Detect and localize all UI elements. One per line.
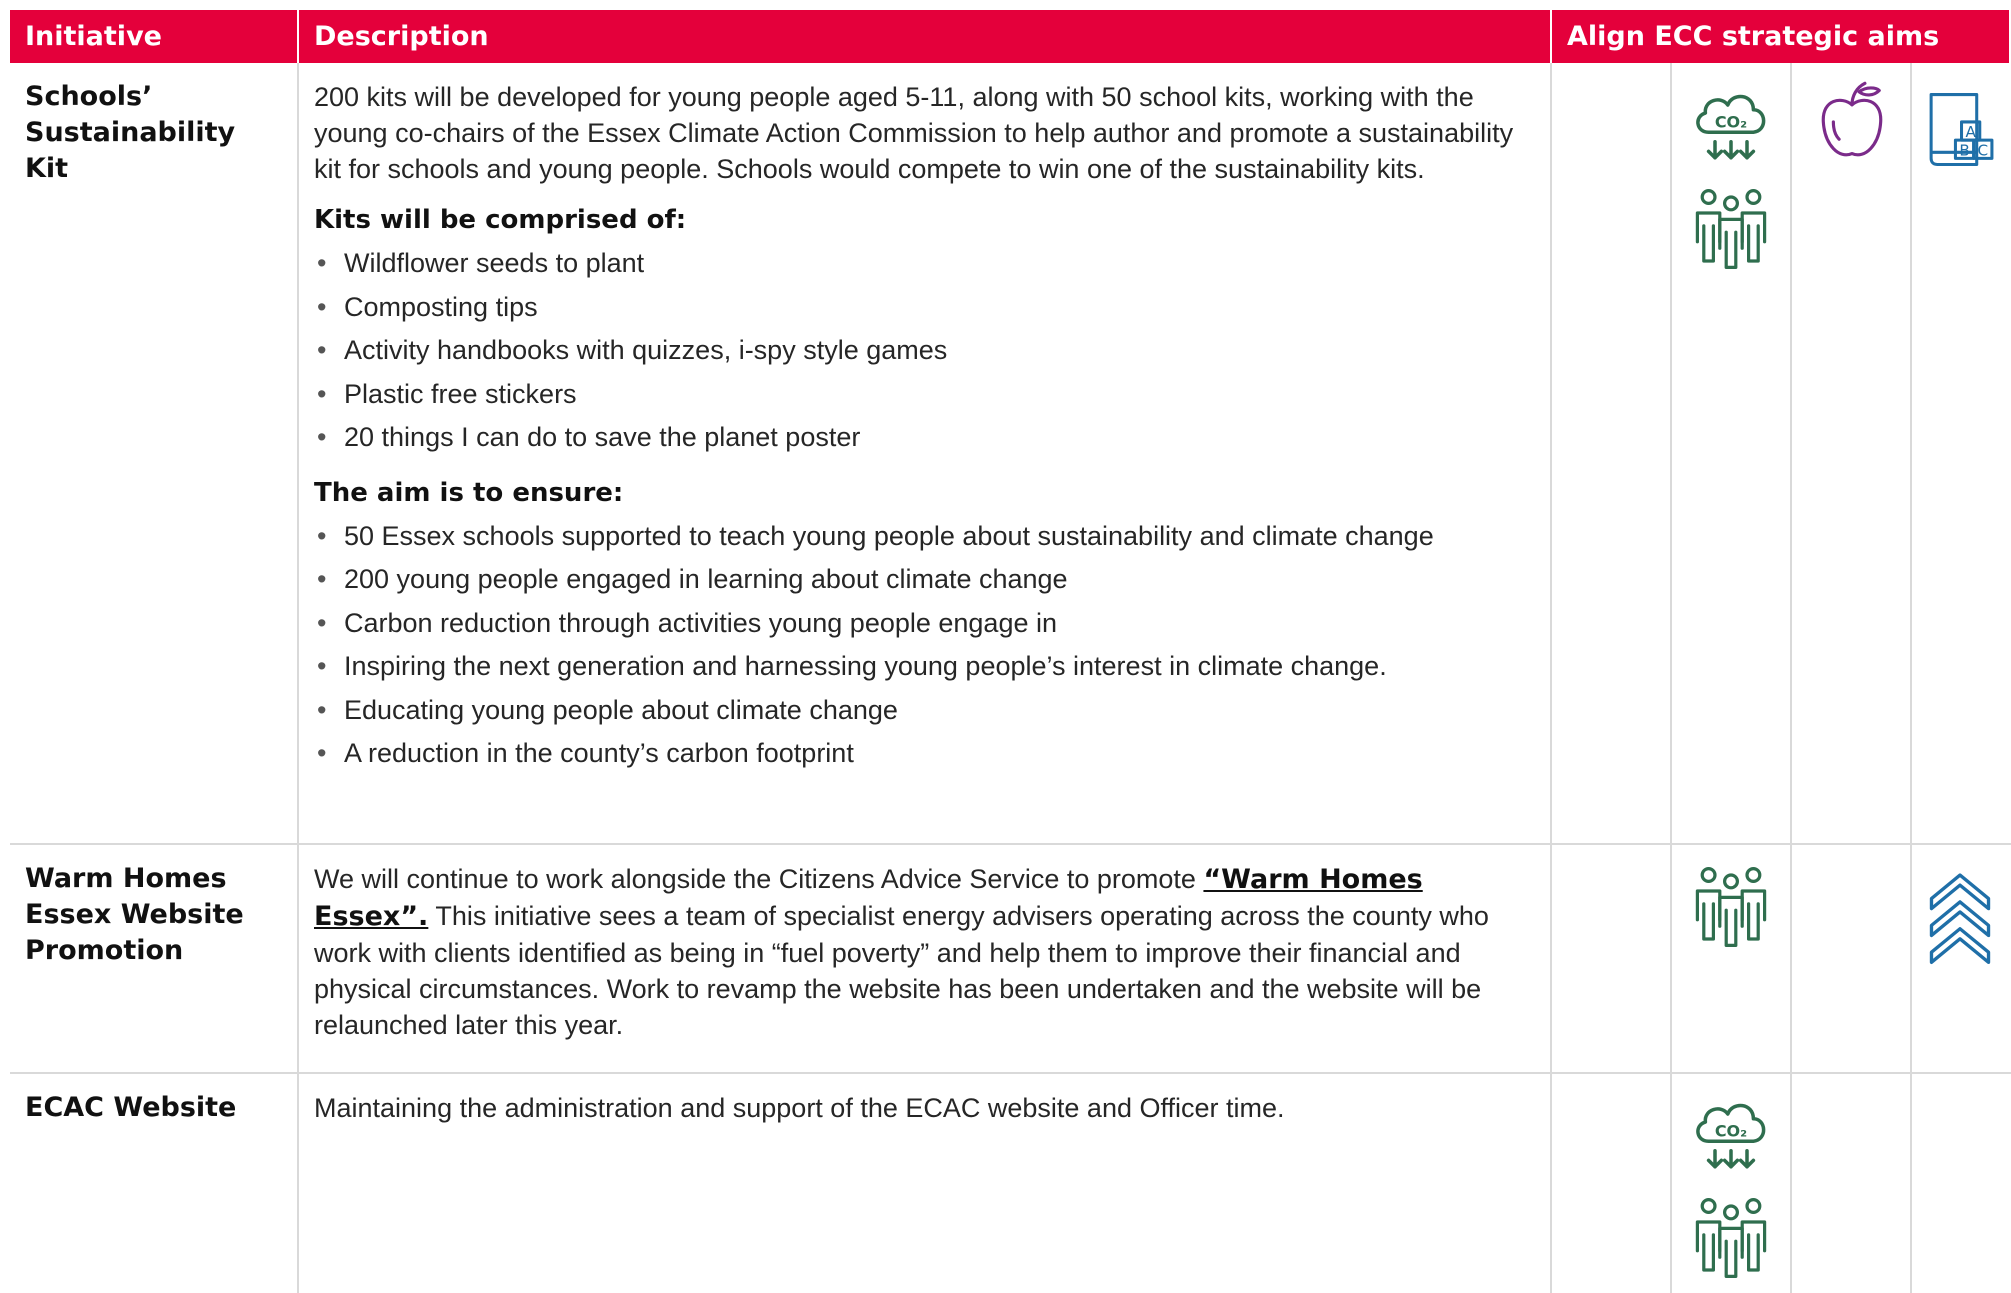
aim-cell-2: [1672, 845, 1792, 1074]
description-text: Maintaining the administration and suppo…: [314, 1093, 1285, 1123]
table-row-initiative-cell: Schools’ Sustainability Kit: [10, 63, 299, 845]
table-row-initiative-cell: Warm Homes Essex Website Promotion: [10, 845, 299, 1074]
list-item: Educating young people about climate cha…: [314, 689, 1530, 733]
svg-text:C: C: [1977, 141, 1988, 159]
list-item: Plastic free stickers: [314, 373, 1530, 417]
initiative-name: Schools’ Sustainability Kit: [25, 81, 236, 184]
abc-book-icon: A B C: [1922, 85, 1998, 171]
aim-cell-1: [1552, 63, 1672, 845]
aims-list: 50 Essex schools supported to teach youn…: [314, 515, 1530, 776]
kits-list: Wildflower seeds to plant Composting tip…: [314, 242, 1530, 460]
svg-text:CO₂: CO₂: [1715, 112, 1747, 131]
list-item: Activity handbooks with quizzes, i-spy s…: [314, 329, 1530, 373]
list-item: 20 things I can do to save the planet po…: [314, 416, 1530, 460]
kits-heading: Kits will be comprised of:: [314, 205, 687, 235]
people-group-icon: [1683, 1190, 1779, 1286]
aim-heading: The aim is to ensure:: [314, 477, 624, 508]
people-group-icon: [1683, 859, 1779, 955]
aim-cell-3: [1792, 845, 1912, 1074]
aim-cell-4: [1912, 1074, 2011, 1293]
aim-cell-4: [1912, 845, 2011, 1074]
svg-text:CO₂: CO₂: [1715, 1121, 1747, 1140]
description-text: We will continue to work alongside the C…: [314, 861, 1530, 1043]
description-text-after: This initiative sees a team of specialis…: [314, 901, 1489, 1040]
table-row-description-cell: 200 kits will be developed for young peo…: [299, 63, 1552, 845]
list-item: A reduction in the county’s carbon footp…: [314, 732, 1530, 776]
chevrons-up-icon: [1926, 865, 1994, 969]
initiatives-table: Initiative Description Align ECC strateg…: [10, 10, 2011, 1293]
initiative-name: ECAC Website: [25, 1092, 237, 1123]
aim-cell-2: CO₂: [1672, 1074, 1792, 1293]
description-text: 200 kits will be developed for young peo…: [314, 82, 1514, 184]
aim-cell-4: A B C: [1912, 63, 2011, 845]
aim-cell-3: [1792, 63, 1912, 845]
svg-text:B: B: [1959, 141, 1969, 159]
co2-cloud-icon: CO₂: [1683, 1090, 1779, 1186]
table-row-description-cell: Maintaining the administration and suppo…: [299, 1074, 1552, 1293]
table-row-initiative-cell: ECAC Website: [10, 1074, 299, 1293]
table-row-description-cell: We will continue to work alongside the C…: [299, 845, 1552, 1074]
list-item: 200 young people engaged in learning abo…: [314, 558, 1530, 602]
initiative-name: Warm Homes Essex Website Promotion: [25, 863, 244, 966]
people-group-icon: [1683, 181, 1779, 277]
list-item: Wildflower seeds to plant: [314, 242, 1530, 286]
list-item: Composting tips: [314, 286, 1530, 330]
aim-cell-1: [1552, 845, 1672, 1074]
header-strategic-aims: Align ECC strategic aims: [1552, 10, 2011, 63]
list-item: Inspiring the next generation and harnes…: [314, 645, 1530, 689]
aim-cell-1: [1552, 1074, 1672, 1293]
list-item: Carbon reduction through activities youn…: [314, 602, 1530, 646]
aim-cell-2: CO₂: [1672, 63, 1792, 845]
header-initiative: Initiative: [10, 10, 299, 63]
aim-cell-3: [1792, 1074, 1912, 1293]
header-description: Description: [299, 10, 1552, 63]
co2-cloud-icon: CO₂: [1683, 81, 1779, 177]
apple-icon: [1816, 79, 1888, 165]
description-text-before: We will continue to work alongside the C…: [314, 864, 1204, 894]
svg-text:A: A: [1965, 123, 1976, 141]
list-item: 50 Essex schools supported to teach youn…: [314, 515, 1530, 559]
